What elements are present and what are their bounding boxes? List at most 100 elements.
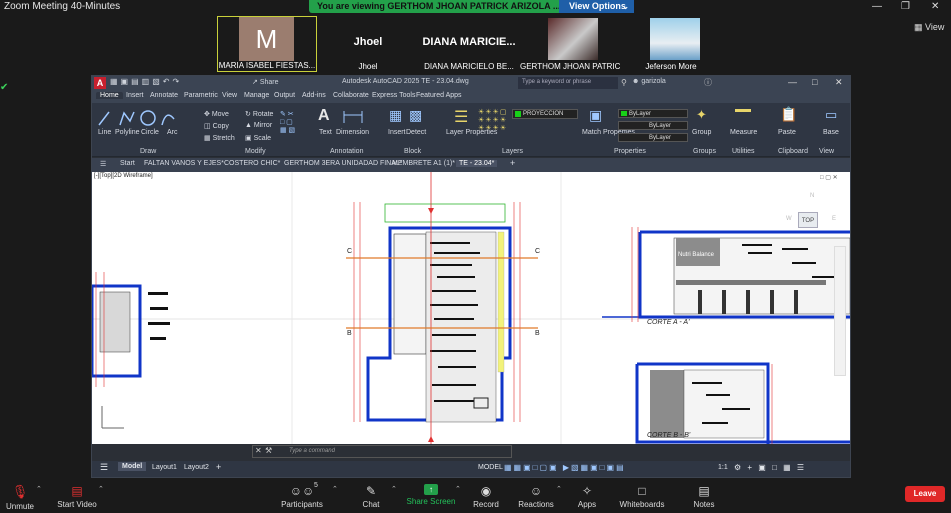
layer-state-icons[interactable]: ☀☀☀▢ ☀☀☀☀ ☀☀☀☀ [478, 108, 507, 132]
apps-button[interactable]: ✧ Apps [557, 481, 617, 509]
viewcube-east[interactable]: E [832, 216, 836, 222]
group-block[interactable]: Block [404, 148, 421, 155]
mirror-button[interactable]: ▲ Mirror [245, 122, 272, 129]
command-line[interactable]: ✕ ⚒ Type a command [252, 445, 512, 458]
modify-extra-icons[interactable]: ✎ ✂ □ ▢ ▦ ▧ [280, 110, 295, 134]
tab-featured-apps[interactable]: Featured Apps [412, 92, 466, 99]
notes-button[interactable]: ▤ Notes [674, 481, 734, 509]
participants-button[interactable]: ☺☺ 5 Participants [272, 481, 332, 509]
tab-output[interactable]: Output [270, 92, 299, 99]
viewcube-west[interactable]: W [786, 216, 792, 222]
tab-collaborate[interactable]: Collaborate [329, 92, 373, 99]
leave-button[interactable]: Leave [905, 486, 945, 502]
drawing-canvas[interactable]: [-][Top][2D Wireframe] CORTE A - A' CORT… [92, 172, 850, 444]
match-properties-icon[interactable]: ▣ [589, 107, 602, 124]
participant-tile[interactable]: M MARIA ISABEL FIESTAS... [217, 16, 317, 72]
group-modify[interactable]: Modify [245, 148, 266, 155]
linetype-dropdown[interactable]: ByLayer [618, 121, 688, 130]
tab-manage[interactable]: Manage [240, 92, 273, 99]
new-layout-button[interactable]: + [216, 462, 221, 472]
acad-close-icon[interactable]: ✕ [835, 77, 843, 88]
participant-tile[interactable]: GERTHOM JHOAN PATRIC... [520, 16, 620, 72]
file-tab[interactable]: MEMBRETE A1 (1)* [392, 160, 455, 167]
viewcube-north[interactable]: N [810, 193, 814, 199]
share-screen-button[interactable]: ↑ Share Screen [401, 481, 461, 506]
measure-button[interactable]: Measure [730, 129, 757, 136]
viewport-controls-icon[interactable]: □ ▢ ✕ [820, 174, 838, 181]
view-button[interactable]: ▦ View [914, 22, 944, 33]
chevron-up-icon[interactable]: ⌃ [332, 485, 338, 493]
group-draw[interactable]: Draw [140, 148, 156, 155]
whiteboards-button[interactable]: □ Whiteboards [612, 481, 672, 509]
view-options-button[interactable]: View Options ⌄ [559, 0, 634, 13]
chevron-up-icon[interactable]: ⌃ [36, 485, 42, 493]
move-button[interactable]: ✥ Move [204, 110, 229, 118]
layout-menu-icon[interactable]: ☰ [100, 462, 108, 473]
lineweight-dropdown[interactable]: ByLayer [618, 133, 688, 142]
search-icon[interactable]: ⚲ [621, 78, 627, 87]
group-layers[interactable]: Layers [502, 148, 523, 155]
annotation-scale[interactable]: 1:1 [718, 464, 728, 471]
layer-dropdown[interactable]: PROYECCION [512, 109, 578, 119]
insert-block-icon[interactable]: ▦ [389, 107, 402, 124]
tab-add-ins[interactable]: Add-ins [298, 92, 330, 99]
circle-button[interactable]: Circle [141, 129, 159, 136]
acad-minimize-icon[interactable]: — [788, 77, 797, 87]
group-clipboard[interactable]: Clipboard [778, 148, 808, 155]
color-dropdown[interactable]: ByLayer [618, 109, 688, 118]
layout-tab-model[interactable]: Model [118, 462, 147, 471]
tab-insert[interactable]: Insert [122, 92, 148, 99]
new-tab-button[interactable]: + [510, 158, 515, 168]
tab-home[interactable]: Home [96, 92, 123, 99]
group-properties[interactable]: Properties [614, 148, 646, 155]
group-utilities[interactable]: Utilities [732, 148, 755, 155]
user-account[interactable]: ☻ garizola [632, 78, 666, 85]
group-icon[interactable]: ✦ [696, 107, 707, 123]
wrench-icon[interactable]: ⚒ [265, 446, 272, 455]
group-view[interactable]: View [819, 148, 834, 155]
tab-view[interactable]: View [218, 92, 241, 99]
stretch-button[interactable]: ▦ Stretch [204, 134, 235, 142]
tab-annotate[interactable]: Annotate [146, 92, 182, 99]
dimension-icon[interactable] [342, 109, 364, 125]
file-tab[interactable]: GERTHOM 3ERA UNIDADAD FINAL* [284, 160, 403, 167]
file-tab-start[interactable]: Start [120, 160, 135, 167]
navigation-bar[interactable] [834, 246, 846, 376]
file-tab[interactable]: FALTAN VANOS Y EJES* [144, 160, 224, 167]
quick-access-icons[interactable]: ▦▣▤▥▧↶↷ [110, 77, 182, 86]
group-annotation[interactable]: Annotation [330, 148, 363, 155]
participant-tile[interactable]: Jhoel Jhoel [318, 16, 418, 72]
minimize-icon[interactable]: — [872, 1, 882, 12]
insert-button[interactable]: Insert [388, 129, 406, 136]
measure-icon[interactable] [735, 109, 751, 112]
layer-properties-icon[interactable]: ☰ [454, 107, 468, 127]
close-icon[interactable]: ✕ [931, 1, 939, 12]
paste-button[interactable]: Paste [778, 129, 796, 136]
share-button[interactable]: ↗ Share [252, 78, 279, 86]
tab-parametric[interactable]: Parametric [180, 92, 222, 99]
help-icon[interactable]: ⓘ [704, 77, 712, 88]
model-space-button[interactable]: MODEL [478, 464, 503, 471]
dimension-button[interactable]: Dimension [336, 129, 369, 136]
line-button[interactable]: Line [98, 129, 111, 136]
participant-tile[interactable]: DIANA MARICIE... DIANA MARICIELO BE... [419, 16, 519, 72]
participant-tile[interactable]: Jeferson More [621, 16, 721, 72]
text-icon[interactable]: A [318, 107, 330, 125]
rotate-button[interactable]: ↻ Rotate [245, 110, 273, 118]
polyline-button[interactable]: Polyline [115, 129, 140, 136]
autocad-logo-icon[interactable]: A [94, 77, 106, 89]
unmute-button[interactable]: 🎙 Unmute [0, 481, 50, 511]
file-tab-active[interactable]: TE - 23.04* [456, 160, 498, 167]
text-button[interactable]: Text [319, 129, 332, 136]
chevron-up-icon[interactable]: ⌃ [98, 485, 104, 493]
drafting-toggles[interactable]: ▦▦▣□▢▣ ▶▧▦▣□▣▤ [504, 463, 626, 472]
status-icons[interactable]: ⚙ + ▣ □ ▦ ☰ [734, 463, 806, 472]
base-button[interactable]: Base [823, 129, 839, 136]
close-command-icon[interactable]: ✕ [255, 446, 262, 455]
layout-tab[interactable]: Layout1 [152, 464, 177, 471]
base-icon[interactable]: ▭ [825, 107, 837, 123]
acad-maximize-icon[interactable]: □ [812, 77, 817, 87]
scale-button[interactable]: ▣ Scale [245, 134, 271, 142]
hamburger-icon[interactable]: ☰ [100, 160, 106, 168]
viewcube[interactable]: TOP [798, 212, 818, 228]
